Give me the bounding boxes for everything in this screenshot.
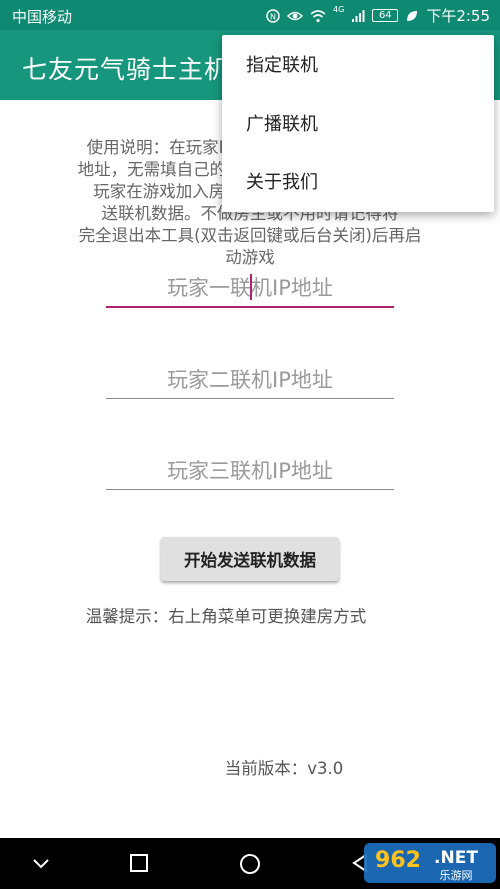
svg-text:乐游网: 乐游网 [440, 869, 473, 882]
version-text: 当前版本：v3.0 [224, 759, 344, 778]
nav-recents-icon[interactable] [128, 852, 150, 874]
player3-ip-input[interactable] [106, 453, 394, 490]
carrier-label: 中国移动 [12, 8, 73, 26]
instruction-line: 完全退出本工具(双击返回键或后台关闭)后再启 [78, 226, 422, 245]
signal-icon [352, 9, 365, 22]
menu-item-broadcast-connect[interactable]: 广播联机 [222, 96, 494, 154]
menu-item-about-us[interactable]: 关于我们 [222, 154, 494, 212]
status-icons: N 4G 64 下午2:55 [266, 5, 490, 26]
clock: 下午2:55 [426, 7, 490, 25]
watermark-logo: 962 .NET 乐游网 [364, 843, 496, 883]
status-bar: 中国移动 N 4G 64 下午2:55 [0, 0, 500, 30]
svg-text:962: 962 [375, 848, 421, 873]
eye-icon [287, 11, 304, 20]
text-cursor [250, 274, 252, 300]
nav-down-icon[interactable] [30, 852, 52, 874]
instruction-line: 动游戏 [225, 248, 275, 267]
leaf-icon [407, 10, 418, 21]
svg-text:.NET: .NET [434, 848, 478, 868]
battery-icon: 64 [372, 9, 399, 22]
tip-text: 温馨提示：右上角菜单可更换建房方式 [85, 607, 367, 626]
network-type-label: 4G [333, 5, 345, 14]
nfc-icon: N [266, 8, 280, 23]
player2-ip-input[interactable] [106, 362, 394, 399]
svg-text:N: N [270, 12, 276, 21]
start-send-button[interactable]: 开始发送联机数据 [161, 537, 339, 581]
overflow-menu: 指定联机 广播联机 关于我们 [222, 35, 494, 212]
wifi-icon [310, 9, 326, 22]
nav-home-icon[interactable] [238, 852, 262, 876]
menu-item-specified-connect[interactable]: 指定联机 [222, 37, 494, 95]
app-title: 七友元气骑士主机 [22, 55, 231, 84]
battery-level: 64 [378, 10, 392, 21]
